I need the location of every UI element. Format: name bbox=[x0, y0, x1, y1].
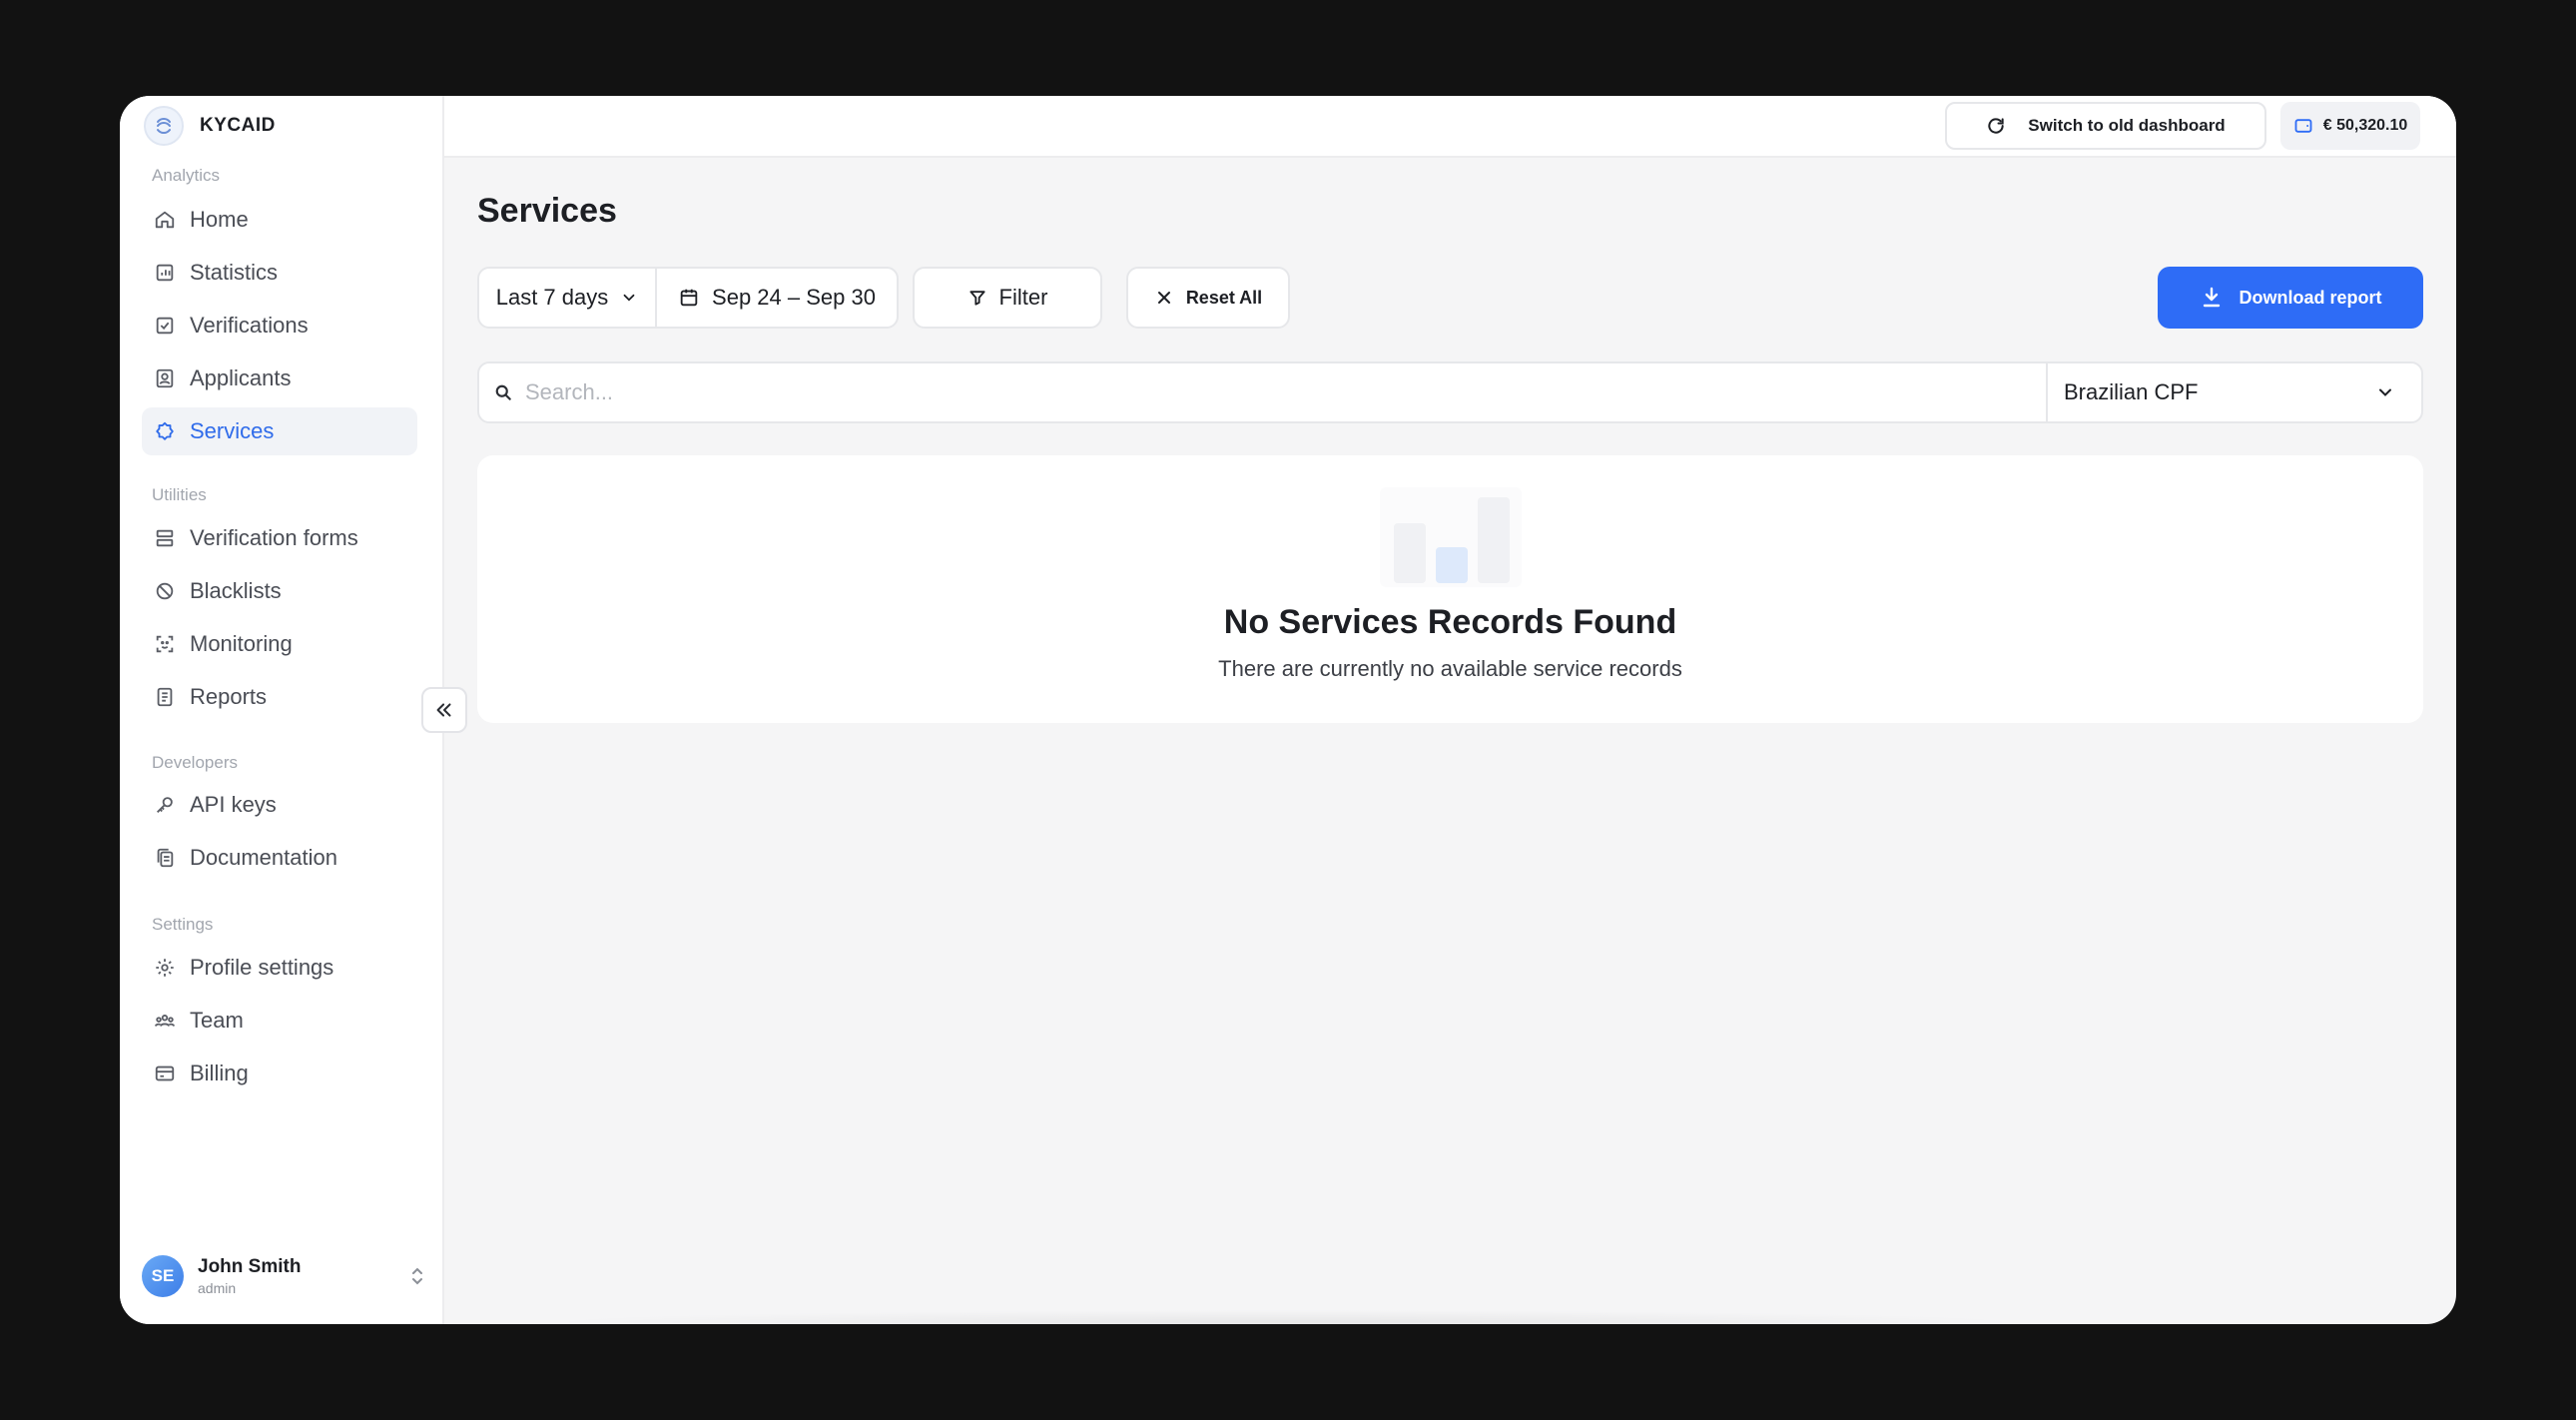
user-role: admin bbox=[198, 1280, 237, 1296]
sidebar-item-verifications[interactable]: Verifications bbox=[142, 302, 417, 350]
user-info: John Smith admin bbox=[198, 1256, 301, 1296]
balance-value: € 50,320.10 bbox=[2322, 117, 2408, 134]
reset-all-label: Reset All bbox=[1185, 287, 1263, 308]
statistics-icon bbox=[156, 264, 174, 282]
main-content: Switch to old dashboard € 50,320.10 Serv… bbox=[444, 96, 2456, 1324]
reset-all-button[interactable]: Reset All bbox=[1126, 267, 1290, 329]
app-window: KYCAID Analytics Home Statistics Verific… bbox=[120, 96, 2456, 1324]
chevron-down-icon bbox=[2379, 388, 2391, 396]
calendar-icon bbox=[680, 289, 698, 307]
page-title: Services bbox=[477, 192, 617, 230]
sidebar-item-monitoring[interactable]: Monitoring bbox=[142, 620, 417, 668]
team-icon bbox=[154, 1015, 176, 1027]
sidebar-item-verification-forms[interactable]: Verification forms bbox=[142, 514, 417, 562]
collapse-sidebar-button[interactable] bbox=[421, 687, 467, 733]
sidebar-item-documentation[interactable]: Documentation bbox=[142, 834, 417, 882]
empty-state-title: No Services Records Found bbox=[1223, 603, 1677, 641]
refresh-icon bbox=[1988, 118, 2004, 134]
sidebar-item-label: Applicants bbox=[190, 365, 292, 390]
sidebar-item-billing[interactable]: Billing bbox=[142, 1050, 417, 1097]
sidebar-item-api-keys[interactable]: API keys bbox=[142, 781, 417, 829]
sidebar-item-label: Monitoring bbox=[190, 631, 293, 656]
reports-icon bbox=[157, 687, 173, 707]
sidebar-item-label: Documentation bbox=[190, 845, 337, 870]
date-range-label: Last 7 days bbox=[495, 285, 609, 310]
wallet-icon bbox=[2294, 119, 2312, 133]
section-label-utilities: Utilities bbox=[152, 485, 207, 504]
credit-card-icon bbox=[155, 1065, 175, 1081]
section-label-analytics: Analytics bbox=[152, 166, 221, 185]
date-filter-group: Last 7 days Sep 24 – Sep 30 bbox=[477, 267, 899, 329]
filter-icon bbox=[968, 291, 985, 306]
blacklists-icon bbox=[156, 582, 174, 600]
sidebar-item-statistics[interactable]: Statistics bbox=[142, 249, 417, 297]
avatar: SE bbox=[142, 1255, 184, 1297]
section-label-settings: Settings bbox=[152, 915, 214, 934]
sidebar-item-home[interactable]: Home bbox=[142, 196, 417, 244]
verification-forms-icon bbox=[156, 529, 174, 547]
sidebar-item-label: Home bbox=[190, 207, 249, 232]
filter-label: Filter bbox=[998, 285, 1048, 310]
brand-name: KYCAID bbox=[200, 115, 276, 136]
sidebar-item-label: Billing bbox=[190, 1061, 249, 1085]
sidebar-item-profile-settings[interactable]: Profile settings bbox=[142, 944, 417, 992]
sidebar-item-label: Statistics bbox=[190, 260, 279, 285]
date-range-select[interactable]: Last 7 days bbox=[479, 269, 657, 327]
services-icon bbox=[156, 421, 174, 440]
section-label-developers: Developers bbox=[152, 753, 238, 772]
date-picker-button[interactable]: Sep 24 – Sep 30 bbox=[657, 269, 897, 327]
top-bar: Switch to old dashboard € 50,320.10 bbox=[444, 96, 2456, 158]
bottom-shadow bbox=[534, 1310, 2037, 1324]
search-icon bbox=[495, 384, 511, 400]
applicants-icon bbox=[156, 368, 174, 388]
close-icon bbox=[1157, 292, 1170, 304]
empty-state-subtitle: There are currently no available service… bbox=[1218, 656, 1682, 681]
brand-logo-icon bbox=[144, 106, 184, 146]
download-report-label: Download report bbox=[2239, 287, 2382, 308]
sidebar-item-label: API keys bbox=[190, 792, 277, 817]
download-report-button[interactable]: Download report bbox=[2158, 267, 2423, 329]
brand[interactable]: KYCAID bbox=[144, 106, 276, 146]
user-name: John Smith bbox=[198, 1256, 302, 1277]
chevron-up-down-icon[interactable] bbox=[408, 1266, 426, 1286]
sidebar-item-services[interactable]: Services bbox=[142, 407, 417, 455]
date-value-label: Sep 24 – Sep 30 bbox=[712, 285, 876, 310]
sidebar-item-reports[interactable]: Reports bbox=[142, 673, 417, 721]
user-menu[interactable]: SE John Smith admin bbox=[142, 1248, 426, 1304]
chevrons-left-icon bbox=[436, 703, 451, 717]
sidebar-item-label: Verification forms bbox=[190, 525, 358, 550]
verifications-icon bbox=[156, 317, 174, 335]
monitoring-icon bbox=[156, 635, 174, 653]
chevron-down-icon bbox=[623, 294, 635, 302]
sidebar-item-label: Team bbox=[190, 1008, 244, 1033]
gear-icon bbox=[156, 959, 174, 977]
empty-state-card: No Services Records Found There are curr… bbox=[477, 455, 2423, 723]
sidebar: KYCAID Analytics Home Statistics Verific… bbox=[120, 96, 444, 1324]
service-type-select[interactable]: Brazilian CPF bbox=[2046, 363, 2421, 421]
empty-chart-illustration-icon bbox=[1379, 487, 1522, 587]
sidebar-item-label: Verifications bbox=[190, 313, 309, 338]
balance-badge[interactable]: € 50,320.10 bbox=[2280, 102, 2420, 150]
service-type-value: Brazilian CPF bbox=[2064, 379, 2199, 404]
key-icon bbox=[157, 797, 173, 813]
download-icon bbox=[2203, 287, 2220, 308]
sidebar-item-label: Profile settings bbox=[190, 955, 334, 980]
sidebar-item-applicants[interactable]: Applicants bbox=[142, 355, 417, 402]
sidebar-item-label: Blacklists bbox=[190, 578, 282, 603]
home-icon bbox=[155, 211, 175, 229]
filter-button[interactable]: Filter bbox=[913, 267, 1102, 329]
switch-to-old-dashboard-button[interactable]: Switch to old dashboard bbox=[1945, 102, 2266, 150]
sidebar-item-blacklists[interactable]: Blacklists bbox=[142, 567, 417, 615]
search-input[interactable] bbox=[525, 379, 2046, 405]
sidebar-item-label: Services bbox=[190, 418, 275, 443]
sidebar-item-label: Reports bbox=[190, 684, 268, 709]
documentation-icon bbox=[157, 848, 174, 868]
switch-to-old-dashboard-label: Switch to old dashboard bbox=[2028, 116, 2226, 135]
sidebar-item-team[interactable]: Team bbox=[142, 997, 417, 1045]
search-bar: Brazilian CPF bbox=[477, 361, 2423, 423]
